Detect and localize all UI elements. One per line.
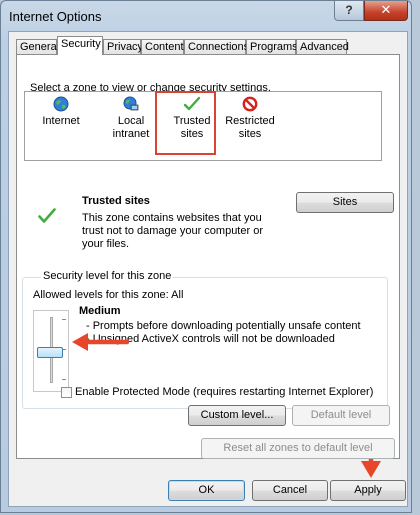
globe-icon [53,96,69,112]
custom-level-button[interactable]: Custom level... [188,405,286,426]
cancel-button[interactable]: Cancel [252,480,328,501]
close-button[interactable]: ✕ [364,1,408,21]
zone-local-intranet[interactable]: Local intranet [101,92,161,141]
internet-options-window: Internet Options ? ✕ General Security Pr… [0,0,412,513]
zone-title: Trusted sites [82,195,150,207]
level-name: Medium [79,305,121,317]
zone-internet[interactable]: Internet [31,92,91,128]
protected-mode-label: Enable Protected Mode (requires restarti… [75,386,374,398]
tab-advanced[interactable]: Advanced [296,39,349,54]
zone-description-line: This zone contains websites that you [82,212,262,224]
protected-mode-checkbox[interactable] [61,387,72,398]
zone-label-line1: Local [117,115,145,127]
zone-label-line1: Internet [42,115,80,127]
left-arrow-icon [72,333,129,351]
tab-privacy[interactable]: Privacy [103,39,143,54]
zone-label-line2: sites [238,128,262,140]
allowed-levels-text: Allowed levels for this zone: All [33,289,184,301]
tab-content[interactable]: Content [141,39,184,54]
zone-label-line2: intranet [112,128,150,140]
highlight-box [155,91,216,155]
zone-description: This zone contains websites that you tru… [82,212,263,251]
computer-globe-icon [123,96,139,111]
reset-all-zones-button[interactable]: Reset all zones to default level [201,438,395,459]
sites-button[interactable]: Sites [296,192,394,213]
zone-label-line1: Restricted [225,115,275,127]
slider-tick [62,379,66,380]
apply-button[interactable]: Apply [330,480,406,501]
window-title: Internet Options [9,9,102,24]
security-level-slider[interactable] [33,310,69,392]
tab-connections[interactable]: Connections [184,39,249,54]
zone-description-line: trust not to damage your computer or [82,225,263,237]
no-entry-icon [242,96,258,112]
tab-security[interactable]: Security [57,36,103,55]
default-level-button[interactable]: Default level [292,405,390,426]
ok-button[interactable]: OK [168,480,245,501]
zone-restricted-sites[interactable]: Restricted sites [220,92,280,141]
help-button[interactable]: ? [334,1,364,21]
level-group-label: Security level for this zone [41,270,174,282]
zone-description-line: your files. [82,238,130,250]
tab-general[interactable]: General [16,39,59,54]
dialog-body: General Security Privacy Content Connect… [8,31,408,507]
checkmark-icon [38,208,56,223]
tab-programs[interactable]: Programs [246,39,298,54]
security-tab-panel: Select a zone to view or change security… [16,54,400,459]
slider-tick [62,319,66,320]
slider-thumb[interactable] [37,346,63,358]
